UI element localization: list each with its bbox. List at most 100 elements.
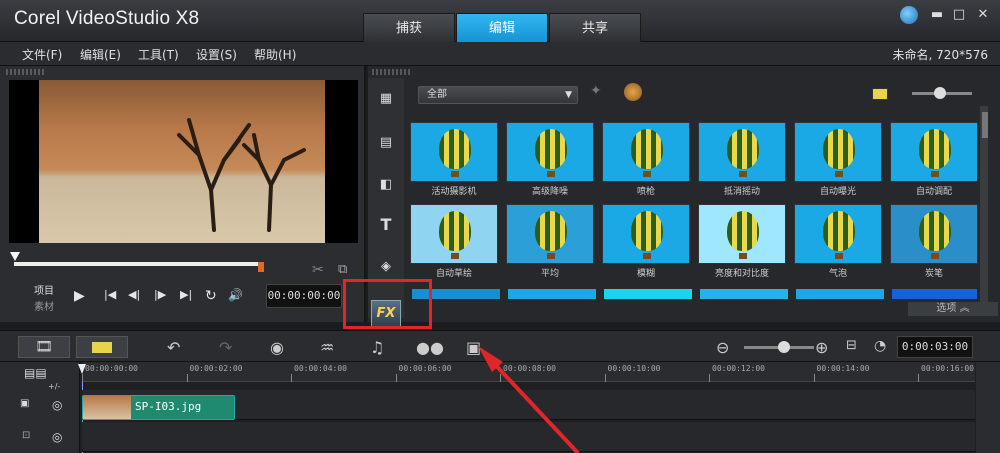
category-select[interactable]: 全部 ▼: [418, 86, 578, 104]
player-timecode[interactable]: 00:00:00:00: [266, 284, 342, 308]
effect-thumbnail[interactable]: 平均: [506, 204, 598, 282]
overlay-track[interactable]: [82, 422, 975, 452]
menu-settings[interactable]: 设置(S): [196, 46, 237, 63]
previous-frame-button[interactable]: ◀|: [128, 288, 140, 301]
options-label: 选项: [936, 303, 957, 314]
timeline-clip[interactable]: SP-I03.jpg: [82, 395, 235, 420]
ruler-label: 00:00:14:00: [816, 364, 870, 373]
subtitle-editor-icon[interactable]: ▣: [466, 338, 481, 357]
library-panel: ▦ ▤ ◧ T ◈ FX 全部 ▼ ✦ 活动摄影机 高级降噪 喷枪 抵消摇动 自动曝光自…: [368, 66, 1000, 328]
next-frame-button[interactable]: |▶: [154, 288, 166, 301]
effect-thumbnail[interactable]: 亮度和对比度: [698, 204, 790, 282]
effect-thumbnail[interactable]: 抵消摇动: [698, 122, 790, 200]
panel-grip[interactable]: [372, 69, 412, 75]
ruler-tick: [186, 374, 188, 382]
repeat-button[interactable]: ↻: [205, 288, 217, 304]
graphic-icon[interactable]: ◈: [373, 256, 399, 278]
ruler-tick: [604, 374, 606, 382]
effect-label: 自动草绘: [435, 269, 472, 279]
tab-capture[interactable]: 捕获: [363, 13, 455, 42]
effect-thumbnail[interactable]: 模糊: [602, 204, 694, 282]
menu-tools[interactable]: 工具(T): [138, 46, 179, 63]
library-scroll-thumb[interactable]: [982, 112, 988, 138]
project-info: 未命名, 720*576: [892, 48, 988, 62]
mode-clip[interactable]: 素材: [34, 298, 54, 313]
undo-icon[interactable]: ↶: [167, 338, 180, 357]
menu-help[interactable]: 帮助(H): [254, 46, 296, 63]
browse-icon[interactable]: [624, 83, 642, 101]
minimize-button[interactable]: ▬: [928, 6, 946, 24]
timeline-view-icon[interactable]: [76, 336, 128, 358]
timeline-ruler[interactable]: 00:00:00:00 00:00:02:00 00:00:04:00 00:00:0…: [82, 362, 975, 382]
balloon-icon: [890, 122, 978, 182]
scissors-icon[interactable]: ✂: [312, 262, 324, 278]
balloon-icon: [890, 204, 978, 264]
auto-music-icon[interactable]: ♫: [370, 338, 384, 357]
effect-thumbnail[interactable]: 自动草绘: [410, 204, 502, 282]
transition-icon[interactable]: ◧: [373, 174, 399, 196]
effect-label: 喷枪: [636, 187, 655, 197]
zoom-in-icon[interactable]: ⊕: [815, 338, 828, 357]
add-favorite-icon[interactable]: ✦: [590, 83, 602, 99]
home-button[interactable]: |◀: [104, 288, 116, 301]
storyboard-view-icon[interactable]: 🎞: [18, 336, 70, 358]
instant-project-icon[interactable]: ▤: [373, 132, 399, 154]
overlay-track-visibility-icon[interactable]: ◎: [52, 430, 62, 444]
fit-project-icon[interactable]: ⊟: [846, 338, 857, 353]
redo-icon[interactable]: ↷: [219, 338, 232, 357]
record-capture-icon[interactable]: ◉: [270, 338, 284, 357]
zoom-out-icon[interactable]: ⊖: [716, 338, 729, 357]
menu-edit[interactable]: 编辑(E): [80, 46, 121, 63]
thumb-size-knob[interactable]: [934, 87, 946, 99]
play-button[interactable]: ▶: [74, 288, 85, 304]
player-panel: ✂ ⧉ 项目 素材 ▶ |◀ ◀| |▶ ▶| ↻ 🔊 00:00:00:00: [0, 66, 366, 322]
effect-thumbnail[interactable]: 自动调配: [890, 122, 982, 200]
timeline-scroll-area[interactable]: [976, 362, 1000, 453]
effect-thumbnail[interactable]: 自动曝光: [794, 122, 886, 200]
effect-thumbnail[interactable]: 喷枪: [602, 122, 694, 200]
maximize-button[interactable]: □: [950, 6, 968, 24]
timeline-panel: ▤▤ +/- ▣ ◎ ⊡ ◎ 00:00:00:00 00:00:02:00 00:…: [0, 362, 1000, 453]
overlay-track-icon[interactable]: ⊡: [22, 430, 30, 441]
motion-track-icon[interactable]: ●●: [416, 338, 444, 357]
balloon-icon: [410, 122, 498, 182]
effect-thumbnail[interactable]: 气泡: [794, 204, 886, 282]
mode-project[interactable]: 项目: [34, 282, 54, 297]
enlarge-icon[interactable]: ⧉: [338, 262, 347, 277]
track-manager-icon[interactable]: ▤▤: [24, 366, 47, 380]
sound-mixer-icon[interactable]: ♒: [320, 338, 334, 357]
media-icon[interactable]: ▦: [373, 88, 399, 110]
globe-icon[interactable]: [900, 6, 918, 24]
effect-label: 炭笔: [924, 269, 943, 279]
scrub-bar[interactable]: [14, 262, 264, 266]
ruler-tick: [918, 374, 919, 382]
balloon-icon: [410, 204, 498, 264]
ruler-tick: [813, 374, 815, 382]
tab-edit[interactable]: 编辑: [456, 13, 548, 42]
ruler-label: 00:00:00:00: [85, 364, 138, 373]
ruler-label: 00:00:10:00: [607, 364, 661, 373]
options-button[interactable]: 选项 ︽: [908, 302, 998, 316]
ruler-label: 00:00:12:00: [712, 364, 765, 373]
panel-grip[interactable]: [6, 69, 46, 75]
title-icon[interactable]: T: [373, 214, 399, 236]
effect-thumbnail[interactable]: 活动摄影机: [410, 122, 502, 200]
video-track-visibility-icon[interactable]: ◎: [52, 398, 62, 412]
effect-thumbnail[interactable]: 高级降噪: [506, 122, 598, 200]
video-track-icon[interactable]: ▣: [20, 398, 29, 409]
add-track-button[interactable]: +/-: [48, 382, 60, 391]
zoom-knob[interactable]: [778, 341, 790, 353]
effect-label: 亮度和对比度: [714, 269, 769, 279]
menu-bar: 文件(F) 编辑(E) 工具(T) 设置(S) 帮助(H) 未命名, 720*5…: [0, 42, 1000, 66]
menu-file[interactable]: 文件(F): [22, 46, 62, 63]
trim-end-marker[interactable]: [258, 262, 264, 272]
effect-thumbnail[interactable]: 炭笔: [890, 204, 982, 282]
clip-name: SP-I03.jpg: [135, 400, 202, 413]
end-button[interactable]: ▶|: [180, 288, 192, 301]
close-button[interactable]: ✕: [974, 6, 992, 24]
volume-button[interactable]: 🔊: [228, 288, 243, 302]
view-mode-icon[interactable]: [872, 88, 888, 100]
tab-share[interactable]: 共享: [549, 13, 641, 42]
trim-start-marker[interactable]: [10, 252, 20, 261]
project-duration[interactable]: 0:00:03:00: [897, 336, 973, 358]
